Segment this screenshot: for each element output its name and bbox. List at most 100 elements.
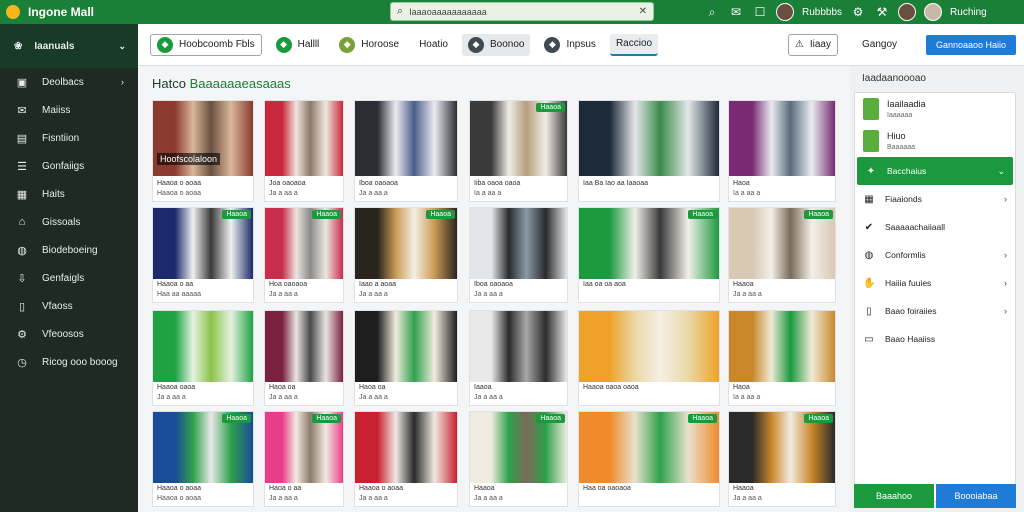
search-icon[interactable]: ⌕ [704, 5, 720, 20]
store-card[interactable]: Hoofscolaloon Haaoa o aoaa Haaoa o aoaa [152, 100, 254, 202]
sidebar-item[interactable]: ▯ Vfaoss [0, 292, 138, 320]
toolbar-right-button[interactable]: ⚠ Iiaay [787, 33, 838, 56]
avatar[interactable] [898, 3, 917, 21]
clear-icon[interactable]: ✕ [639, 6, 647, 17]
store-card[interactable]: Haaoa o aoaa Ja a aa a [354, 411, 458, 507]
panel-card-subtitle: Baaaaaa [887, 144, 916, 151]
store-card[interactable]: Haoa oa Ja a aa a [264, 310, 344, 406]
toolbar-button[interactable]: ◆ Inpsus [538, 34, 601, 56]
toolbar-button[interactable]: ◆ Hallll [270, 34, 326, 56]
store-card[interactable]: Haaoa Iiba oaoa oaoa Ia a aa a [469, 100, 568, 202]
store-card[interactable]: Iaaoa Ja a aa a [469, 310, 568, 406]
message-icon[interactable]: ☐ [752, 5, 768, 19]
toolbar-button-label: Hallll [297, 39, 320, 50]
panel-card[interactable]: Hiuo Baaaaaa [855, 125, 1015, 157]
footer-right-button[interactable]: Boooiabaa [936, 484, 1016, 508]
store-card[interactable]: Iaa Ba Iao aa Iaaoaa [578, 100, 720, 202]
chevron-down-icon: ⌄ [118, 40, 126, 51]
store-card[interactable]: Haaoa Iaa oa oa aoa [578, 207, 720, 303]
toolbar-button[interactable]: Hoatio [413, 34, 454, 56]
store-card[interactable]: Haaoa Haaoa o aoaa Haaoa o aoaa [152, 411, 254, 507]
search-input[interactable]: ⌕ Iaaaoaaaaaaaaaaa ✕ [390, 2, 654, 21]
brand[interactable]: Ingone Mall [0, 0, 138, 24]
sidebar-item[interactable]: ◍ Biodeboeing [0, 236, 138, 264]
store-card[interactable]: Haaoa Haa oa oaoaoa [578, 411, 720, 507]
store-thumbnail [729, 311, 835, 382]
store-card[interactable]: Haaoa Haaoa o aa Haa aa aaaaa [152, 207, 254, 303]
footer-left-button[interactable]: Baaahoo [854, 484, 934, 508]
avatar[interactable] [924, 3, 943, 21]
avatar[interactable] [776, 3, 794, 21]
sidebar-item[interactable]: ⌂ Gissoals [0, 208, 138, 236]
sidebar-item-label: Gonfaiigs [42, 160, 85, 172]
settings-icon[interactable]: ⚙ [850, 5, 866, 19]
card-caption: Haaoa oaoa oaoa [583, 384, 639, 391]
store-card[interactable]: Haaoa Haaoa Ja a aa a [728, 207, 836, 303]
store-card[interactable]: Haaoa Haoa o aa Ja a aa a [264, 411, 344, 507]
tool-icon[interactable]: ⚒ [874, 5, 890, 19]
notification-icon[interactable]: ✉ [728, 5, 744, 19]
card-caption: Hoa oaoaoa [269, 281, 308, 288]
store-card[interactable]: Haaoa Hoa oaoaoa Ja a aa a [264, 207, 344, 303]
toolbar-button[interactable]: ◆ Hoobcoomb Fbls [150, 33, 262, 56]
panel-menu-label: Fiaaionds [885, 194, 922, 204]
status-badge: Haaoa [688, 210, 717, 219]
store-icon [863, 130, 879, 152]
panel-action-button[interactable]: Gannoaaoo Haiio [925, 34, 1016, 55]
card-subtitle: Ja a aa a [157, 394, 186, 401]
store-card[interactable]: Haoa Ia a aa a [728, 310, 836, 406]
panel-card[interactable]: Iaailaadia Iaaaaaa [855, 93, 1015, 125]
toolbar-button[interactable]: Raccioo [609, 33, 659, 56]
store-card[interactable]: Haaoa oaoa Ja a aa a [152, 310, 254, 406]
toolbar-button[interactable]: ◆ Boonoo [461, 33, 531, 56]
card-caption: Haoa [733, 384, 750, 391]
toolbar-right-label: Iiaay [809, 39, 831, 50]
panel-menu-item[interactable]: ▭ Baao Haaiiss [855, 325, 1015, 353]
toolbar-button-label: Inpsus [566, 39, 596, 50]
panel-menu-item[interactable]: ▦ Fiaaionds › [855, 185, 1015, 213]
download-icon: ⇩ [17, 272, 27, 285]
sidebar-item[interactable]: ▦ Haits [0, 180, 138, 208]
store-thumbnail [470, 101, 567, 176]
store-card[interactable]: Haaoa Iaao a aoaa Ja a aa a [354, 207, 458, 303]
card-caption: Haaoa o aa [157, 281, 194, 288]
panel-menu-item[interactable]: ✔ Saaaaachaiiaall [855, 213, 1015, 241]
store-thumbnail [153, 311, 253, 382]
panel-card-text: Hiuo Baaaaaa [887, 131, 915, 151]
status-badge: Haaoa [312, 210, 341, 219]
document-icon: ▯ [866, 305, 872, 317]
store-card[interactable]: Haaoa Haaoa Ja a aa a [469, 411, 568, 507]
panel-menu-item[interactable]: ▯ Baao foiraiies › [855, 297, 1015, 325]
user-name-secondary[interactable]: Ruching [950, 7, 987, 18]
sidebar-item[interactable]: ▣ Deolbacs › [0, 68, 138, 96]
store-thumbnail [355, 101, 457, 176]
hand-icon: ✋ [863, 277, 876, 289]
card-subtitle: Haa aa aaaaa [157, 291, 201, 298]
store-card[interactable]: Iboa oaoaoa Ja a aa a [469, 207, 568, 303]
store-card[interactable]: Haoa oa Ja a aa a [354, 310, 458, 406]
store-card[interactable]: Haaoa Haaoa Ja a aa a [728, 411, 836, 507]
user-name[interactable]: Rubbbbs [802, 7, 842, 18]
status-badge: Haaoa [426, 210, 455, 219]
panel-menu-label: Baao foiraiies [885, 306, 937, 316]
store-card[interactable]: Haoa Ia a aa a [728, 100, 836, 202]
panel-menu-item[interactable]: ✦ Bacchaius ⌄ [857, 157, 1013, 185]
card-caption: Iiba oaoa oaoa [474, 180, 521, 187]
panel-menu-item[interactable]: ◍ Conformlis › [855, 241, 1015, 269]
sidebar-header[interactable]: ❀ Iaanuals ⌄ [0, 24, 138, 68]
toolbar-button[interactable]: ◆ Horoose [333, 34, 405, 56]
sidebar-item[interactable]: ◷ Ricog ooo booog [0, 348, 138, 376]
section-title: Hatco Baaaaaaeasaaas [152, 76, 291, 91]
sidebar-item[interactable]: ▤ Fisntiion [0, 124, 138, 152]
card-caption: Iboa oaoaoa [359, 180, 398, 187]
store-card[interactable]: Haaoa oaoa oaoa [578, 310, 720, 406]
store-card[interactable]: Iboa oaoaoa Ja a aa a [354, 100, 458, 202]
store-card[interactable]: Joa oaoaoa Ja a aa a [264, 100, 344, 202]
panel-menu-item[interactable]: ✋ Haiiia fuuies › [855, 269, 1015, 297]
sidebar-item[interactable]: ⚙ Vfeoosos [0, 320, 138, 348]
sidebar-item[interactable]: ☰ Gonfaiigs [0, 152, 138, 180]
card-caption: Haaoa oaoa [157, 384, 196, 391]
sidebar-item[interactable]: ✉ Maiiss [0, 96, 138, 124]
sidebar-item[interactable]: ⇩ Genfaigls [0, 264, 138, 292]
panel-list: Iaailaadia Iaaaaaa Hiuo Baaaaaa ✦ Bacchaius ⌄ ▦… [854, 92, 1016, 502]
